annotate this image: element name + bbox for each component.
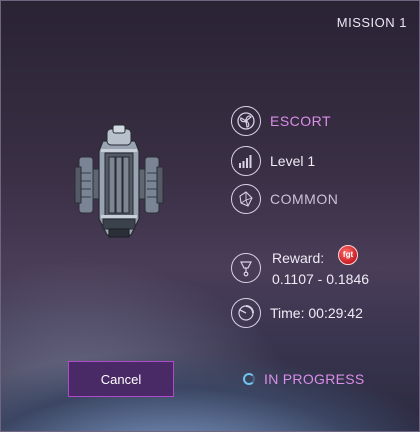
- time-row: Time: 00:29:42: [231, 298, 363, 328]
- level-bars-icon: [231, 146, 261, 176]
- mission-type-row: ESCORT: [231, 106, 331, 136]
- level-row: Level 1: [231, 146, 315, 176]
- timer-icon: [231, 298, 261, 328]
- rarity-label: COMMON: [270, 191, 339, 207]
- mission-title: MISSION 1: [336, 15, 407, 30]
- fan-icon: [231, 106, 261, 136]
- mission-type-label: ESCORT: [270, 113, 332, 129]
- reward-row: [231, 253, 261, 283]
- status-label: IN PROGRESS: [264, 371, 365, 387]
- reward-label: Reward:: [272, 250, 325, 266]
- spaceship-image: [74, 124, 164, 238]
- crystal-icon: [231, 184, 261, 214]
- time-label: Time: 00:29:42: [270, 305, 363, 321]
- rarity-row: COMMON: [231, 184, 338, 214]
- level-label: Level 1: [270, 153, 316, 169]
- reward-range: 0.1107 - 0.1846: [272, 271, 370, 287]
- cancel-button[interactable]: Cancel: [68, 361, 174, 397]
- mission-panel: MISSION 1 ESCORT Level 1 COMMON Reward: …: [0, 0, 420, 432]
- reward-token-icon: fgt: [338, 245, 359, 266]
- status-indicator: IN PROGRESS: [243, 371, 365, 387]
- reward-block: Reward: fgt 0.1107 - 0.1846: [272, 245, 370, 290]
- trophy-icon: [231, 253, 261, 283]
- spinner-icon: [243, 373, 255, 385]
